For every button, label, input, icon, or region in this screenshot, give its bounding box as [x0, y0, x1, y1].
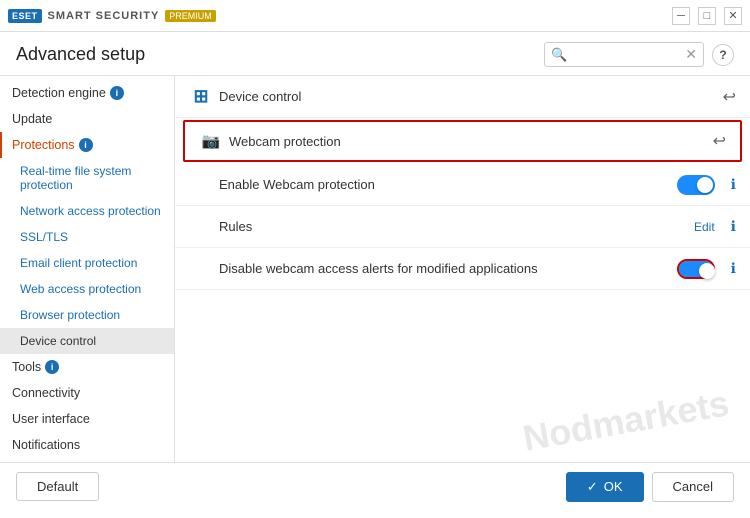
sidebar-item-label: Update: [12, 112, 52, 126]
disable-alerts-row: Disable webcam access alerts for modifie…: [175, 248, 750, 290]
enable-webcam-label: Enable Webcam protection: [189, 177, 677, 192]
sidebar: Detection engine i Update Protections i …: [0, 76, 175, 462]
sidebar-item-realtime[interactable]: Real-time file system protection: [0, 158, 174, 198]
device-control-actions: ↩: [715, 87, 736, 107]
disable-alerts-toggle[interactable]: [677, 259, 715, 279]
footer-right: ✓ OK Cancel: [566, 472, 734, 502]
sidebar-item-connectivity[interactable]: Connectivity: [0, 380, 174, 406]
plus-icon: ⊞: [193, 86, 208, 107]
minimize-button[interactable]: ─: [672, 7, 690, 25]
device-control-label: Device control: [219, 89, 715, 104]
header: Advanced setup 🔍 ✕ ?: [0, 32, 750, 76]
search-clear-button[interactable]: ✕: [685, 46, 697, 63]
content-area: ⊞ Device control ↩ 📷 Webcam protection ↩…: [175, 76, 750, 462]
tools-badge: i: [45, 360, 59, 374]
rules-row: Rules Edit ℹ: [175, 206, 750, 248]
sidebar-item-label: Email client protection: [20, 256, 137, 270]
sidebar-item-label: Protections: [12, 138, 75, 152]
toggle-thumb: [697, 177, 713, 193]
sidebar-item-update[interactable]: Update: [0, 106, 174, 132]
sidebar-item-notifications[interactable]: Notifications: [0, 432, 174, 458]
sidebar-item-label: Detection engine: [12, 86, 106, 100]
search-icon: 🔍: [551, 47, 567, 63]
sidebar-item-device-control[interactable]: Device control: [0, 328, 174, 354]
sidebar-item-label: Network access protection: [20, 204, 161, 218]
main-layout: Detection engine i Update Protections i …: [0, 76, 750, 462]
ok-label: OK: [604, 479, 623, 494]
enable-webcam-row: Enable Webcam protection ℹ: [175, 164, 750, 206]
enable-webcam-info-icon[interactable]: ℹ: [731, 176, 736, 193]
search-input[interactable]: [571, 48, 681, 62]
webcam-icon-container: 📷: [199, 132, 223, 150]
title-bar: ESET SMART SECURITY PREMIUM ─ □ ✕: [0, 0, 750, 32]
webcam-protection-reset-icon[interactable]: ↩: [713, 131, 726, 151]
sidebar-item-label: Real-time file system protection: [20, 164, 162, 192]
ok-icon: ✓: [587, 479, 598, 495]
sidebar-item-label: Browser protection: [20, 308, 120, 322]
webcam-protection-label: Webcam protection: [229, 134, 705, 149]
sidebar-item-network-access[interactable]: Network access protection: [0, 198, 174, 224]
sidebar-item-tools[interactable]: Tools i: [0, 354, 174, 380]
device-control-row: ⊞ Device control ↩: [175, 76, 750, 118]
cancel-button[interactable]: Cancel: [652, 472, 734, 502]
maximize-button[interactable]: □: [698, 7, 716, 25]
protections-badge: i: [79, 138, 93, 152]
watermark: Nodmarkets: [520, 382, 732, 459]
title-bar-left: ESET SMART SECURITY PREMIUM: [8, 9, 216, 23]
toggle-thumb-2: [699, 263, 715, 279]
sidebar-item-email-client[interactable]: Email client protection: [0, 250, 174, 276]
sidebar-item-label: Tools: [12, 360, 41, 374]
rules-info-icon[interactable]: ℹ: [731, 218, 736, 235]
enable-webcam-actions: ℹ: [677, 175, 736, 195]
default-button[interactable]: Default: [16, 472, 99, 501]
sidebar-item-label: SSL/TLS: [20, 230, 68, 244]
sidebar-item-web-access[interactable]: Web access protection: [0, 276, 174, 302]
device-control-icon-container: ⊞: [189, 86, 213, 107]
detection-engine-badge: i: [110, 86, 124, 100]
webcam-protection-row: 📷 Webcam protection ↩: [183, 120, 742, 162]
sidebar-item-detection-engine[interactable]: Detection engine i: [0, 80, 174, 106]
help-button[interactable]: ?: [712, 44, 734, 66]
device-control-reset-icon[interactable]: ↩: [723, 87, 736, 107]
disable-alerts-actions: ℹ: [677, 259, 736, 279]
close-button[interactable]: ✕: [724, 7, 742, 25]
title-bar-controls: ─ □ ✕: [672, 7, 742, 25]
header-right: 🔍 ✕ ?: [544, 42, 734, 67]
webcam-protection-actions: ↩: [705, 131, 726, 151]
webcam-icon: 📷: [202, 132, 221, 150]
title-bar-product: SMART SECURITY: [48, 10, 160, 22]
disable-alerts-label: Disable webcam access alerts for modifie…: [189, 261, 677, 276]
search-box[interactable]: 🔍 ✕: [544, 42, 704, 67]
sidebar-item-label: Device control: [20, 334, 96, 348]
sidebar-item-user-interface[interactable]: User interface: [0, 406, 174, 432]
sidebar-item-label: Web access protection: [20, 282, 141, 296]
sidebar-item-label: Connectivity: [12, 386, 80, 400]
ok-button[interactable]: ✓ OK: [566, 472, 644, 502]
page-title: Advanced setup: [16, 44, 145, 65]
sidebar-item-privacy-settings[interactable]: Privacy settings: [0, 458, 174, 462]
disable-alerts-info-icon[interactable]: ℹ: [731, 260, 736, 277]
sidebar-item-label: Notifications: [12, 438, 80, 452]
eset-logo: ESET: [8, 9, 42, 23]
rules-actions: Edit ℹ: [694, 218, 736, 235]
rules-label: Rules: [189, 219, 694, 234]
sidebar-item-protections[interactable]: Protections i: [0, 132, 174, 158]
title-bar-tier: PREMIUM: [165, 10, 216, 22]
sidebar-item-ssl-tls[interactable]: SSL/TLS: [0, 224, 174, 250]
enable-webcam-toggle[interactable]: [677, 175, 715, 195]
rules-edit-button[interactable]: Edit: [694, 220, 715, 234]
sidebar-item-label: User interface: [12, 412, 90, 426]
footer: Default ✓ OK Cancel: [0, 462, 750, 510]
sidebar-item-browser[interactable]: Browser protection: [0, 302, 174, 328]
